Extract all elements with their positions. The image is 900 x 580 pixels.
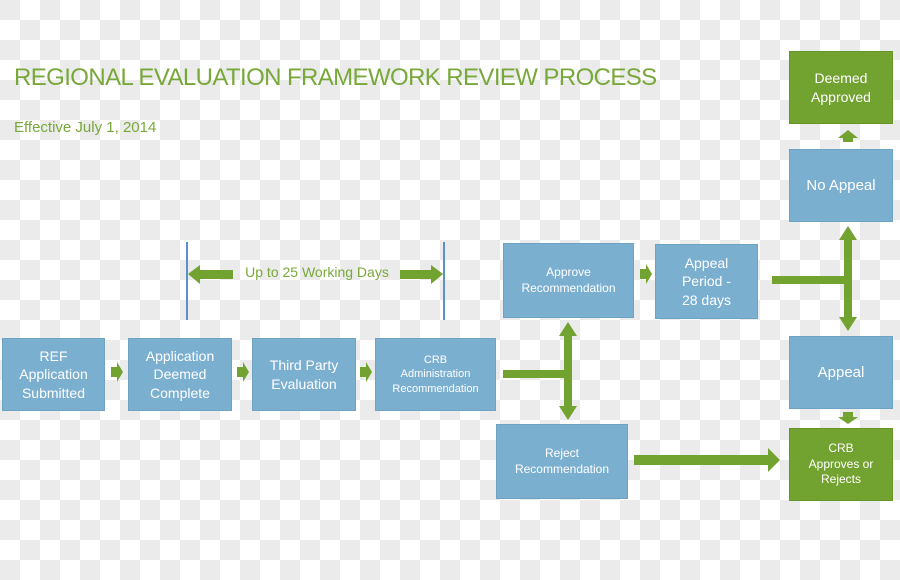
step-appeal-period: Appeal Period - 28 days [655,244,758,319]
fork-stem [772,276,850,284]
step-third-party-evaluation: Third Party Evaluation [252,338,356,411]
arrow-right-icon [640,264,652,284]
arrow-right-icon [111,362,123,382]
connectors-layer [111,130,858,472]
arrow-down-icon [838,412,858,424]
timespan-label: Up to 25 Working Days [245,264,389,280]
arrow-down-icon [839,317,857,331]
step-appeal: Appeal [789,336,893,409]
timespan-left-arrow-icon [188,265,233,284]
step-application-deemed-complete: Application Deemed Complete [128,338,232,411]
step-deemed-approved: Deemed Approved [789,51,893,124]
step-no-appeal: No Appeal [789,149,893,222]
timespan-right-arrow-icon [400,265,443,284]
fork-vertical [564,334,572,410]
arrow-right-icon [634,448,780,472]
step-ref-application-submitted: REF Application Submitted [2,338,105,411]
arrow-right-icon [360,362,372,382]
step-approve-recommendation: Approve Recommendation [503,243,634,318]
arrow-right-icon [237,362,249,382]
fork-vertical [844,238,852,320]
arrow-up-icon [839,226,857,240]
arrow-up-icon [838,130,858,142]
step-crb-administration-recommendation: CRB Administration Recommendation [375,338,496,411]
step-crb-approves-or-rejects: CRB Approves or Rejects [789,428,893,501]
step-reject-recommendation: Reject Recommendation [496,424,628,499]
arrow-down-icon [559,406,577,420]
fork-stem [503,370,569,378]
arrow-up-icon [559,322,577,336]
